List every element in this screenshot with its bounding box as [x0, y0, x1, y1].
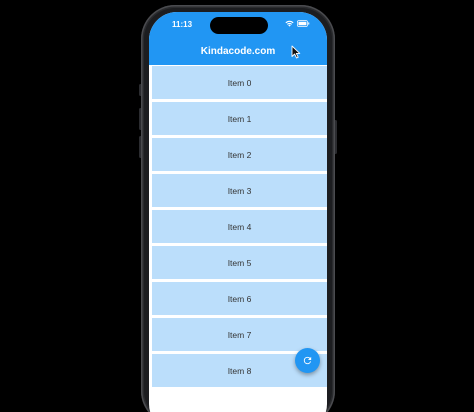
- app-bar: 11:13 Kindacode.com: [149, 12, 327, 65]
- phone-screen: 11:13 Kindacode.com Item 0 Item 1 Item 2…: [149, 12, 327, 412]
- list-item-label: Item 5: [227, 257, 252, 268]
- list-item-label: Item 7: [227, 329, 252, 340]
- status-icons: [285, 20, 310, 27]
- status-time: 11:13: [172, 20, 193, 29]
- list-item[interactable]: Item 1: [152, 102, 327, 135]
- stage: 11:13 Kindacode.com Item 0 Item 1 Item 2…: [0, 0, 474, 412]
- item-list[interactable]: Item 0 Item 1 Item 2 Item 3 Item 4 Item …: [152, 66, 327, 390]
- list-item-label: Item 3: [227, 185, 252, 196]
- list-item[interactable]: Item 3: [152, 174, 327, 207]
- battery-icon: [297, 20, 310, 27]
- list-item[interactable]: Item 6: [152, 282, 327, 315]
- list-item[interactable]: Item 5: [152, 246, 327, 279]
- list-item[interactable]: Item 7: [152, 318, 327, 351]
- list-item-label: Item 8: [227, 365, 252, 376]
- list-item-label: Item 0: [227, 77, 252, 88]
- dynamic-island: [210, 17, 268, 34]
- list-item[interactable]: Item 4: [152, 210, 327, 243]
- mouse-cursor-icon: [291, 45, 301, 59]
- list-item-label: Item 4: [227, 221, 252, 232]
- refresh-icon: [303, 356, 312, 365]
- list-item[interactable]: Item 2: [152, 138, 327, 171]
- wifi-icon: [285, 20, 294, 27]
- refresh-button[interactable]: [295, 348, 320, 373]
- list-item-label: Item 6: [227, 293, 252, 304]
- list-item-label: Item 1: [227, 113, 252, 124]
- list-item[interactable]: Item 0: [152, 66, 327, 99]
- list-item-label: Item 2: [227, 149, 252, 160]
